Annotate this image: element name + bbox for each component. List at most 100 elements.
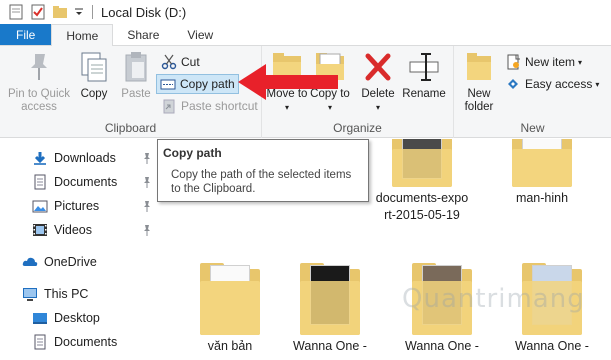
- new-item-icon: [505, 54, 521, 70]
- tooltip-title: Copy path: [163, 146, 222, 160]
- delete-x-icon: [362, 50, 394, 84]
- copy-to-dropdown-icon: ▾: [327, 103, 332, 112]
- copy-icon: [78, 50, 110, 84]
- pin-to-quick-access-button[interactable]: Pin to Quick access: [4, 50, 74, 114]
- paste-icon: [120, 50, 152, 84]
- new-folder-icon: [463, 50, 495, 84]
- file-name: man-hinh: [515, 191, 569, 205]
- easy-access-dropdown-icon: ▾: [595, 79, 600, 89]
- window-title: Local Disk (D:): [101, 4, 187, 20]
- nav-item-desktop[interactable]: Desktop: [0, 307, 160, 329]
- nav-item-documents[interactable]: Documents: [0, 171, 160, 193]
- documents-icon: [32, 174, 48, 190]
- scissors-icon: [161, 54, 177, 70]
- paste-label: Paste: [121, 88, 151, 100]
- copy-label: Copy: [80, 88, 108, 100]
- new-folder-quick-icon[interactable]: [52, 4, 68, 20]
- nav-item-this-pc[interactable]: This PC: [0, 283, 160, 305]
- file-name-line2: rt-2015-05-19: [384, 208, 460, 222]
- new-folder-button[interactable]: New folder: [458, 50, 500, 114]
- tab-file[interactable]: File: [0, 24, 52, 45]
- file-item[interactable]: Wanna One -: [280, 263, 380, 354]
- file-name: Wanna One -: [405, 339, 479, 353]
- folder-icon: [200, 263, 260, 335]
- easy-access-label: Easy access: [525, 77, 593, 91]
- nav-item-onedrive[interactable]: OneDrive: [0, 251, 160, 273]
- nav-item-documents-pc[interactable]: Documents: [0, 331, 160, 353]
- videos-icon: [32, 222, 48, 238]
- new-item-button[interactable]: New item ▾: [502, 52, 585, 72]
- rename-button[interactable]: Rename: [400, 50, 448, 101]
- new-folder-label: New folder: [464, 88, 494, 113]
- nav-item-pictures[interactable]: Pictures: [0, 195, 160, 217]
- tab-home[interactable]: Home: [51, 24, 114, 46]
- cut-label: Cut: [181, 55, 200, 69]
- ribbon-tabs: File Home Share View: [0, 24, 611, 46]
- delete-button[interactable]: Delete ▾: [358, 50, 398, 114]
- file-item[interactable]: man-hinh: [492, 139, 592, 206]
- pin-label: Pin to Quick access: [8, 88, 70, 113]
- cut-button[interactable]: Cut: [158, 52, 203, 72]
- watermark-text: Quantrimang: [402, 284, 585, 314]
- documents-icon: [32, 334, 48, 350]
- nav-item-label: Pictures: [54, 199, 100, 213]
- pin-icon[interactable]: [142, 152, 152, 164]
- nav-item-label: Documents: [54, 175, 118, 189]
- easy-access-button[interactable]: Easy access ▾: [502, 74, 602, 94]
- rename-icon: [408, 50, 440, 84]
- pin-icon[interactable]: [142, 224, 152, 236]
- copy-path-button[interactable]: Copy path: [156, 74, 239, 94]
- delete-dropdown-icon: ▾: [375, 103, 380, 112]
- properties-icon[interactable]: [30, 4, 46, 20]
- nav-item-label: Documents: [54, 335, 118, 349]
- desktop-icon: [32, 310, 48, 326]
- paste-button[interactable]: Paste: [116, 50, 156, 101]
- this-pc-icon: [22, 286, 38, 302]
- folder-icon: [392, 139, 452, 187]
- pin-icon[interactable]: [142, 200, 152, 212]
- file-name: Wanna One -: [293, 339, 367, 353]
- organize-group-label: Organize: [333, 121, 382, 135]
- copy-path-label: Copy path: [180, 77, 235, 91]
- pictures-icon: [32, 198, 48, 214]
- paste-shortcut-icon: [161, 98, 177, 114]
- tooltip-body: Copy the path of the selected items to t…: [171, 169, 352, 195]
- nav-item-label: Videos: [54, 223, 92, 237]
- pin-icon[interactable]: [142, 176, 152, 188]
- copy-button[interactable]: Copy: [74, 50, 114, 101]
- folder-icon: [512, 139, 572, 187]
- title-divider: [92, 5, 93, 19]
- navigation-pane: Downloads Documents Pictures Videos OneD…: [0, 139, 160, 360]
- tab-share[interactable]: Share: [113, 24, 173, 45]
- red-arrow-annotation: [238, 64, 338, 100]
- quick-access-dropdown-icon[interactable]: [74, 4, 84, 20]
- tab-view[interactable]: View: [173, 24, 227, 45]
- title-bar: Local Disk (D:): [0, 0, 611, 24]
- folder-icon: [300, 263, 360, 335]
- new-item-dropdown-icon: ▾: [578, 57, 583, 67]
- nav-item-label: Desktop: [54, 311, 100, 325]
- new-group-label: New: [520, 121, 545, 135]
- file-item[interactable]: documents-expo rt-2015-05-19: [372, 139, 472, 223]
- file-name: documents-expo: [375, 191, 469, 205]
- easy-access-icon: [505, 76, 521, 92]
- nav-item-label: This PC: [44, 287, 89, 301]
- file-name: văn bản: [207, 339, 253, 353]
- new-group: New folder New item ▾ Easy access ▾ New: [454, 46, 611, 138]
- delete-label: Delete: [361, 88, 395, 100]
- new-item-label: New item: [525, 55, 576, 69]
- nav-item-videos[interactable]: Videos: [0, 219, 160, 241]
- copy-path-tooltip: Copy path Copy the path of the selected …: [157, 139, 369, 202]
- pin-icon: [23, 50, 55, 84]
- nav-item-label: OneDrive: [44, 255, 97, 269]
- copy-path-icon: [160, 76, 176, 92]
- clipboard-group-label: Clipboard: [104, 121, 157, 135]
- save-icon[interactable]: [8, 4, 24, 20]
- file-name: Wanna One -: [515, 339, 589, 353]
- rename-label: Rename: [402, 88, 446, 100]
- clipboard-group: Pin to Quick access Copy Paste Cut Copy …: [0, 46, 262, 138]
- onedrive-icon: [22, 254, 38, 270]
- file-item[interactable]: văn bản: [180, 263, 280, 354]
- nav-item-downloads[interactable]: Downloads: [0, 147, 160, 169]
- nav-item-label: Downloads: [54, 151, 116, 165]
